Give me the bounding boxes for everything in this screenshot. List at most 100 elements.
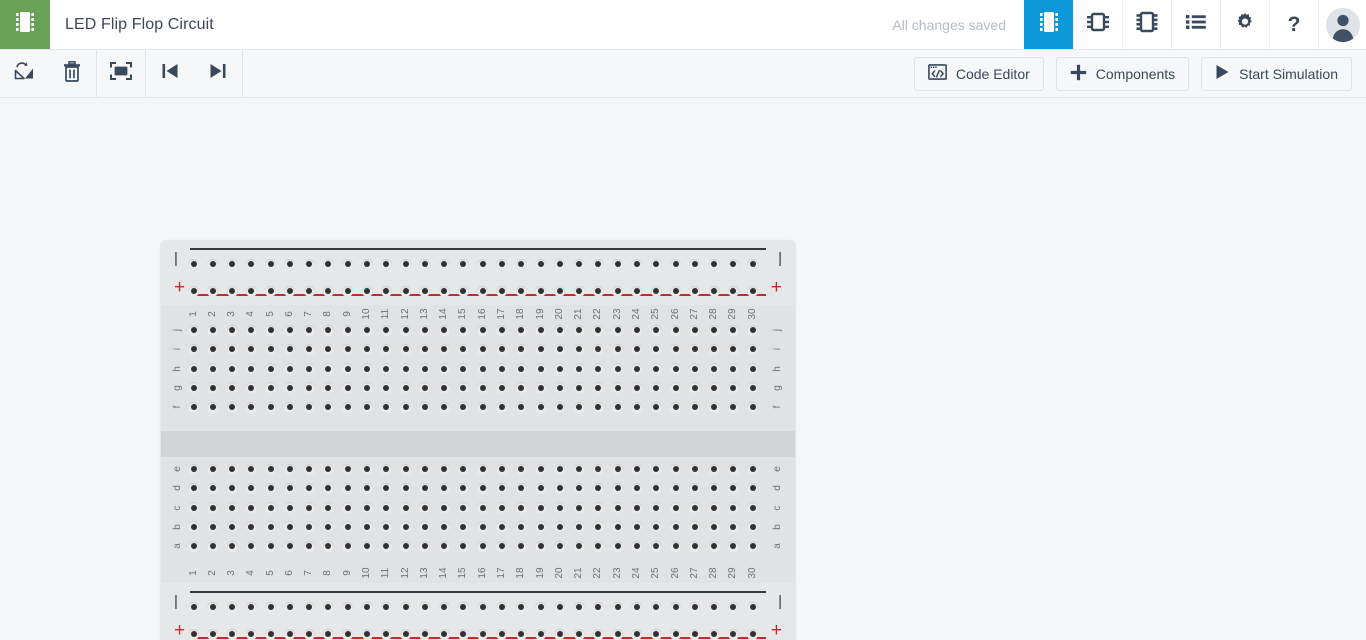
hole-e4[interactable] [245, 463, 257, 475]
hole-f2[interactable] [207, 401, 219, 413]
rail-hole-top-pos-28[interactable] [708, 285, 720, 297]
hole-f18[interactable] [515, 401, 527, 413]
hole-h12[interactable] [400, 363, 412, 375]
hole-d17[interactable] [496, 482, 508, 494]
hole-c9[interactable] [342, 502, 354, 514]
rail-hole-top-neg-8[interactable] [322, 258, 334, 270]
terminal-half-lower[interactable]: e e d d c c b b a a 1 2 3 4 5 6 7 8 9 10 11 12 13 14 15 16 17 18 19 2… [161, 457, 795, 583]
hole-f4[interactable] [245, 401, 257, 413]
hole-j11[interactable] [380, 324, 392, 336]
hole-e1[interactable] [188, 463, 199, 475]
hole-a2[interactable] [207, 540, 219, 552]
hole-c11[interactable] [380, 502, 392, 514]
hole-j25[interactable] [650, 324, 662, 336]
hole-j5[interactable] [265, 324, 277, 336]
hole-g18[interactable] [515, 382, 527, 394]
hole-b20[interactable] [554, 521, 566, 533]
hole-i28[interactable] [708, 343, 720, 355]
hole-j28[interactable] [708, 324, 720, 336]
hole-g27[interactable] [689, 382, 701, 394]
rail-hole-bottom-neg-30[interactable] [747, 601, 759, 613]
nav-help[interactable]: ? [1269, 0, 1318, 49]
editor-canvas[interactable]: | | + + 1 2 3 4 5 6 7 8 9 10 11 12 13 14 15 16 17 18 19 20 2… [0, 98, 1366, 640]
hole-i22[interactable] [592, 343, 604, 355]
hole-h24[interactable] [631, 363, 643, 375]
rail-hole-bottom-neg-12[interactable] [400, 601, 412, 613]
hole-b9[interactable] [342, 521, 354, 533]
hole-h17[interactable] [496, 363, 508, 375]
hole-c29[interactable] [727, 502, 739, 514]
hole-i14[interactable] [438, 343, 450, 355]
rail-hole-bottom-neg-23[interactable] [612, 601, 624, 613]
rail-hole-top-pos-3[interactable] [226, 285, 238, 297]
hole-d9[interactable] [342, 482, 354, 494]
hole-d26[interactable] [670, 482, 681, 494]
hole-e15[interactable] [457, 463, 469, 475]
hole-f16[interactable] [477, 401, 489, 413]
hole-f26[interactable] [670, 401, 681, 413]
rail-hole-bottom-pos-20[interactable] [554, 628, 566, 640]
hole-b12[interactable] [400, 521, 412, 533]
terminal-strip-area[interactable]: 1 2 3 4 5 6 7 8 9 10 11 12 13 14 15 16 17 18 19 20 21 22 23 24 2… [161, 305, 795, 583]
hole-h10[interactable] [361, 363, 373, 375]
rail-hole-top-pos-8[interactable] [322, 285, 334, 297]
hole-j24[interactable] [631, 324, 643, 336]
hole-g24[interactable] [631, 382, 643, 394]
breadboard[interactable]: | | + + 1 2 3 4 5 6 7 8 9 10 11 12 13 14 15 16 17 18 19 20 2… [161, 240, 795, 640]
hole-a15[interactable] [457, 540, 469, 552]
rail-hole-bottom-neg-21[interactable] [573, 601, 585, 613]
hole-g12[interactable] [400, 382, 412, 394]
hole-f10[interactable] [361, 401, 373, 413]
hole-f30[interactable] [747, 401, 759, 413]
rail-hole-top-pos-6[interactable] [284, 285, 296, 297]
hole-a7[interactable] [303, 540, 315, 552]
hole-e5[interactable] [265, 463, 277, 475]
hole-h7[interactable] [303, 363, 315, 375]
hole-g22[interactable] [592, 382, 604, 394]
rail-hole-bottom-pos-2[interactable] [207, 628, 219, 640]
hole-c7[interactable] [303, 502, 315, 514]
hole-b11[interactable] [380, 521, 392, 533]
hole-i12[interactable] [400, 343, 412, 355]
hole-j4[interactable] [245, 324, 257, 336]
hole-h23[interactable] [612, 363, 624, 375]
nav-view-pcb[interactable] [1122, 0, 1171, 49]
hole-b16[interactable] [477, 521, 489, 533]
hole-f5[interactable] [265, 401, 277, 413]
hole-j12[interactable] [400, 324, 412, 336]
hole-b25[interactable] [650, 521, 662, 533]
rail-hole-bottom-pos-13[interactable] [419, 628, 431, 640]
hole-d21[interactable] [573, 482, 585, 494]
rail-hole-top-pos-5[interactable] [265, 285, 277, 297]
rail-hole-bottom-neg-27[interactable] [689, 601, 701, 613]
hole-d30[interactable] [747, 482, 759, 494]
rail-hole-top-neg-1[interactable] [188, 258, 199, 270]
hole-e27[interactable] [689, 463, 701, 475]
rail-hole-top-pos-22[interactable] [592, 285, 604, 297]
hole-f23[interactable] [612, 401, 624, 413]
rail-hole-bottom-pos-23[interactable] [612, 628, 624, 640]
hole-i29[interactable] [727, 343, 739, 355]
hole-i30[interactable] [747, 343, 759, 355]
rail-hole-bottom-neg-19[interactable] [535, 601, 547, 613]
rail-hole-bottom-neg-3[interactable] [226, 601, 238, 613]
hole-g17[interactable] [496, 382, 508, 394]
hole-f6[interactable] [284, 401, 296, 413]
hole-c27[interactable] [689, 502, 701, 514]
hole-c14[interactable] [438, 502, 450, 514]
hole-d1[interactable] [188, 482, 199, 494]
rail-hole-bottom-neg-25[interactable] [650, 601, 662, 613]
rail-hole-bottom-neg-9[interactable] [342, 601, 354, 613]
hole-c28[interactable] [708, 502, 720, 514]
hole-g15[interactable] [457, 382, 469, 394]
hole-e2[interactable] [207, 463, 219, 475]
nav-view-list[interactable] [1171, 0, 1220, 49]
rail-hole-bottom-pos-16[interactable] [477, 628, 489, 640]
hole-e12[interactable] [400, 463, 412, 475]
rail-hole-top-neg-7[interactable] [303, 258, 315, 270]
hole-b23[interactable] [612, 521, 624, 533]
rail-hole-top-pos-9[interactable] [342, 285, 354, 297]
hole-f12[interactable] [400, 401, 412, 413]
hole-b15[interactable] [457, 521, 469, 533]
hole-e10[interactable] [361, 463, 373, 475]
